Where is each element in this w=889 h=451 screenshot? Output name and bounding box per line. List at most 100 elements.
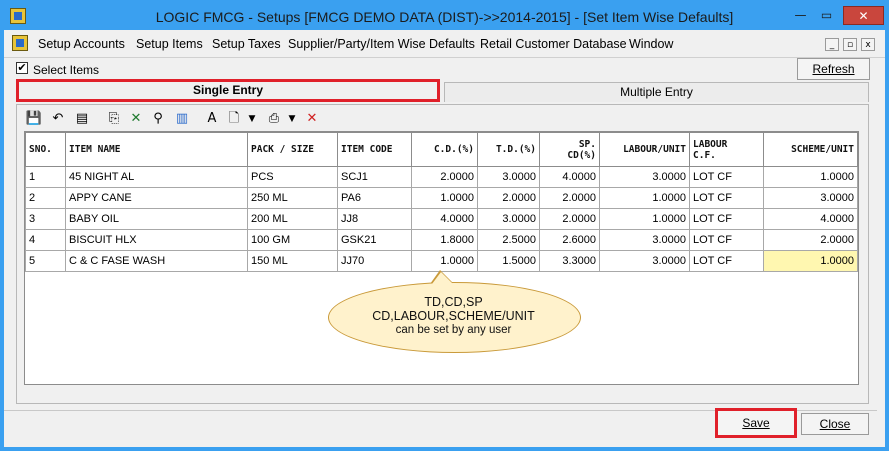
undo-icon[interactable]: ↶ bbox=[49, 110, 67, 128]
column-header[interactable]: LABOUR/UNIT bbox=[599, 132, 690, 167]
delete-icon[interactable]: ✕ bbox=[303, 110, 321, 128]
save-icon[interactable]: 💾 bbox=[25, 110, 43, 128]
chart-icon[interactable]: ▥ bbox=[173, 110, 191, 128]
table-row[interactable]: 5C & C FASE WASH 150 ML JJ70 1.0000 1.5000 3.… bbox=[25, 250, 858, 272]
refresh-button[interactable]: Refresh bbox=[797, 58, 870, 80]
table-row[interactable]: 1 45 NIGHT AL PCS SCJ1 2.0000 3.0000 4.0000 3.0… bbox=[25, 166, 858, 188]
table-cell[interactable]: 3.0000 bbox=[477, 208, 540, 230]
table-cell[interactable]: 45 NIGHT AL bbox=[65, 166, 248, 188]
table-cell[interactable]: SCJ1 bbox=[337, 166, 412, 188]
dropdown-icon[interactable]: ▼ bbox=[283, 110, 301, 128]
table-cell[interactable]: PCS bbox=[247, 166, 338, 188]
table-cell[interactable]: 3.3000 bbox=[539, 250, 600, 272]
table-cell[interactable]: 2.5000 bbox=[477, 229, 540, 251]
table-cell[interactable]: 200 ML bbox=[247, 208, 338, 230]
menu-retail-customer-database[interactable]: Retail Customer Database bbox=[480, 37, 627, 51]
excel-icon[interactable]: ✕ bbox=[127, 110, 145, 128]
table-cell[interactable]: 250 ML bbox=[247, 187, 338, 209]
table-cell[interactable]: 1.0000 bbox=[763, 166, 858, 188]
print-icon[interactable]: ⎙ bbox=[265, 110, 283, 128]
table-cell[interactable]: LOT CF bbox=[689, 250, 764, 272]
table-cell[interactable]: 2.0000 bbox=[539, 187, 600, 209]
column-header[interactable]: PACK / SIZE bbox=[247, 132, 338, 167]
copy-icon[interactable]: ⎘ bbox=[105, 110, 123, 128]
tab-multiple-entry[interactable]: Multiple Entry bbox=[444, 82, 869, 102]
table-cell[interactable]: 4.0000 bbox=[763, 208, 858, 230]
table-cell[interactable]: JJ8 bbox=[337, 208, 412, 230]
table-cell[interactable]: LOT CF bbox=[689, 166, 764, 188]
table-cell[interactable]: BABY OIL bbox=[65, 208, 248, 230]
find-icon[interactable]: ⚲ bbox=[149, 110, 167, 128]
refresh-label: Refresh bbox=[812, 62, 855, 76]
table-cell[interactable]: 1.0000 bbox=[763, 250, 858, 272]
close-button[interactable]: Close bbox=[801, 413, 869, 435]
table-cell[interactable]: 1.0000 bbox=[411, 250, 478, 272]
table-cell[interactable]: 1.5000 bbox=[477, 250, 540, 272]
table-cell[interactable]: 4.0000 bbox=[539, 166, 600, 188]
maximize-button[interactable]: ▭ bbox=[814, 7, 839, 25]
column-header[interactable]: SP. CD(%) bbox=[539, 132, 600, 167]
menu-setup-accounts[interactable]: Setup Accounts bbox=[38, 37, 125, 51]
table-cell[interactable]: C & C FASE WASH bbox=[65, 250, 248, 272]
table-cell[interactable]: 2.0000 bbox=[411, 166, 478, 188]
save-button[interactable]: Save bbox=[715, 408, 797, 438]
table-cell[interactable]: 1.0000 bbox=[599, 187, 690, 209]
table-cell[interactable]: 2.6000 bbox=[539, 229, 600, 251]
table-cell[interactable]: 3.0000 bbox=[763, 187, 858, 209]
column-header[interactable]: C.D.(%) bbox=[411, 132, 478, 167]
table-cell[interactable]: 1.0000 bbox=[411, 187, 478, 209]
table-cell[interactable]: LOT CF bbox=[689, 208, 764, 230]
table-cell[interactable]: 2.0000 bbox=[763, 229, 858, 251]
mdi-close-button[interactable]: x bbox=[861, 38, 875, 51]
table-cell[interactable]: 2.0000 bbox=[477, 187, 540, 209]
table-row[interactable]: 4 BISCUIT HLX 100 GM GSK21 1.8000 2.5000 2.600… bbox=[25, 229, 858, 251]
font-icon[interactable]: A bbox=[203, 110, 221, 128]
window-title: LOGIC FMCG - Setups [FMCG DEMO DATA (DIS… bbox=[155, 9, 734, 25]
table-cell[interactable]: 4 bbox=[25, 229, 66, 251]
table-cell[interactable]: 4.0000 bbox=[411, 208, 478, 230]
mdi-minimize-button[interactable]: _ bbox=[825, 38, 839, 51]
table-cell[interactable]: JJ70 bbox=[337, 250, 412, 272]
menu-setup-items[interactable]: Setup Items bbox=[136, 37, 203, 51]
tab-single-entry[interactable]: Single Entry bbox=[16, 79, 440, 102]
table-cell[interactable]: 100 GM bbox=[247, 229, 338, 251]
table-cell[interactable]: GSK21 bbox=[337, 229, 412, 251]
table-cell[interactable]: 3.0000 bbox=[599, 166, 690, 188]
table-row[interactable]: 2 APPY CANE 250 ML PA6 1.0000 2.0000 2.0000 1.0… bbox=[25, 187, 858, 209]
table-cell[interactable]: 5 bbox=[25, 250, 66, 272]
callout-pointer-fill bbox=[432, 272, 453, 284]
table-cell[interactable]: 2.0000 bbox=[539, 208, 600, 230]
table-row[interactable]: 3 BABY OIL 200 ML JJ8 4.0000 3.0000 2.0000 1.00… bbox=[25, 208, 858, 230]
dropdown-icon[interactable]: ▼ bbox=[243, 110, 261, 128]
table-cell[interactable]: 150 ML bbox=[247, 250, 338, 272]
table-cell[interactable]: 3 bbox=[25, 208, 66, 230]
table-cell[interactable]: 3.0000 bbox=[599, 250, 690, 272]
callout-line: can be set by any user bbox=[395, 324, 512, 336]
export-icon[interactable]: ▤ bbox=[73, 110, 91, 128]
table-cell[interactable]: 3.0000 bbox=[477, 166, 540, 188]
print-preview-icon[interactable]: 🗋 bbox=[225, 110, 243, 128]
select-items-checkbox[interactable]: ✔ bbox=[16, 62, 28, 74]
table-cell[interactable]: 1.0000 bbox=[599, 208, 690, 230]
column-header[interactable]: T.D.(%) bbox=[477, 132, 540, 167]
menu-supplier-party-defaults[interactable]: Supplier/Party/Item Wise Defaults bbox=[288, 37, 475, 51]
column-header[interactable]: SNO. bbox=[25, 132, 66, 167]
table-cell[interactable]: LOT CF bbox=[689, 229, 764, 251]
table-cell[interactable]: 3.0000 bbox=[599, 229, 690, 251]
mdi-restore-button[interactable]: ▫ bbox=[843, 38, 857, 51]
close-window-button[interactable]: ✕ bbox=[843, 6, 884, 25]
table-cell[interactable]: APPY CANE bbox=[65, 187, 248, 209]
column-header[interactable]: LABOUR C.F. bbox=[689, 132, 764, 167]
minimize-button[interactable]: — bbox=[788, 7, 813, 25]
menu-window[interactable]: Window bbox=[629, 37, 673, 51]
table-cell[interactable]: 2 bbox=[25, 187, 66, 209]
table-cell[interactable]: LOT CF bbox=[689, 187, 764, 209]
column-header[interactable]: SCHEME/UNIT bbox=[763, 132, 858, 167]
column-header[interactable]: ITEM NAME bbox=[65, 132, 248, 167]
menu-setup-taxes[interactable]: Setup Taxes bbox=[212, 37, 281, 51]
table-cell[interactable]: PA6 bbox=[337, 187, 412, 209]
table-cell[interactable]: BISCUIT HLX bbox=[65, 229, 248, 251]
table-cell[interactable]: 1 bbox=[25, 166, 66, 188]
table-cell[interactable]: 1.8000 bbox=[411, 229, 478, 251]
column-header[interactable]: ITEM CODE bbox=[337, 132, 412, 167]
